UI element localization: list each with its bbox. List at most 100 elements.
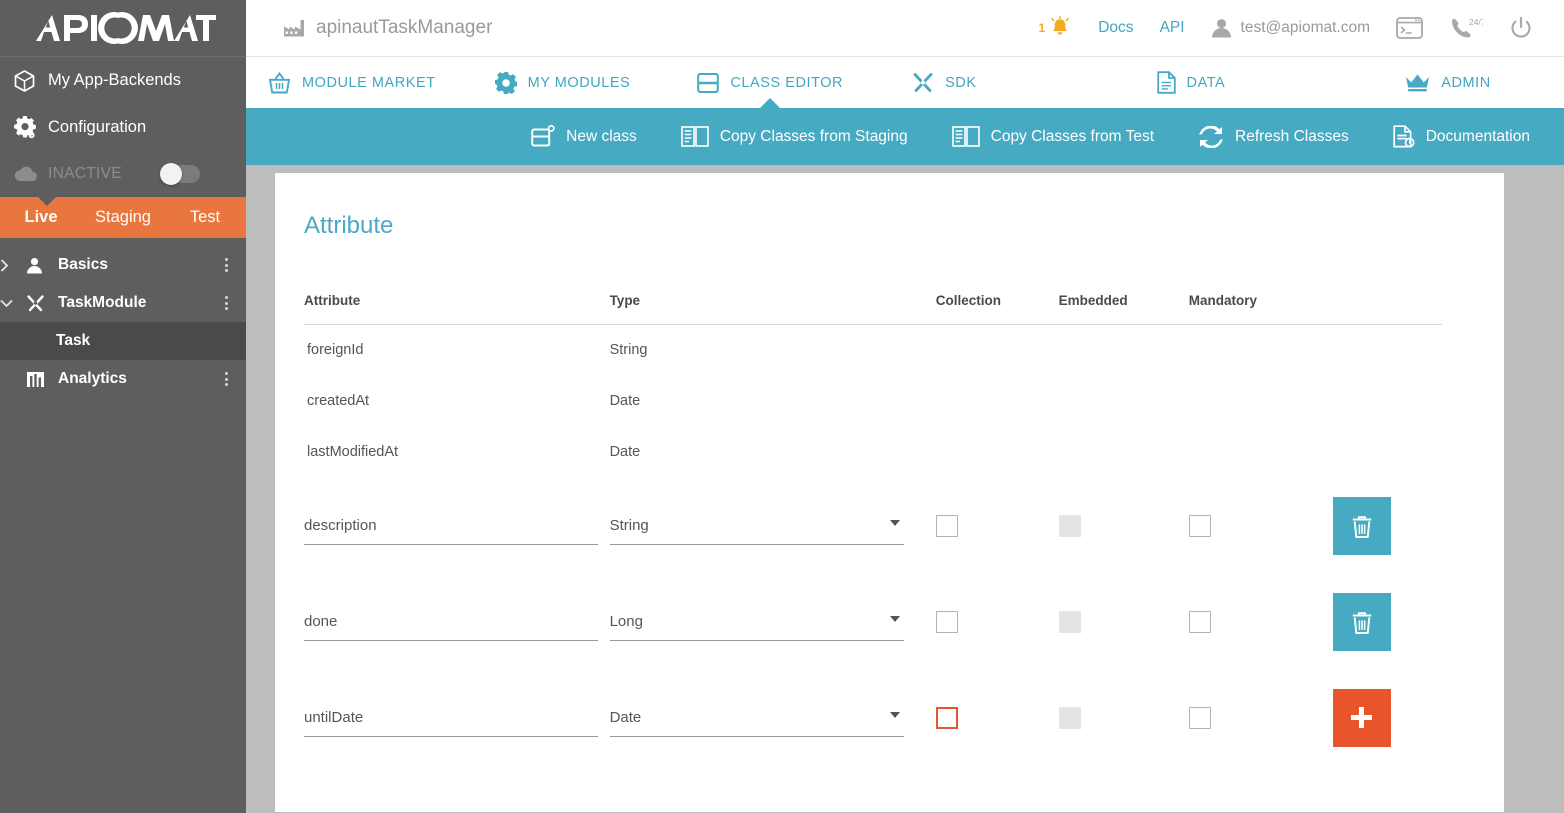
attribute-type-value: String: [610, 517, 649, 534]
nav-data[interactable]: DATA: [1157, 57, 1226, 108]
plus-icon: [1349, 705, 1374, 730]
collection-checkbox[interactable]: [936, 515, 958, 537]
project-indicator[interactable]: apinautTaskManager: [284, 17, 492, 39]
new-class-icon: [531, 125, 555, 148]
nav-sdk[interactable]: SDK: [912, 57, 976, 108]
phone-24-7-icon: 24/7: [1449, 17, 1483, 39]
env-tab-live[interactable]: Live: [0, 208, 82, 227]
mandatory-checkbox[interactable]: [1189, 611, 1211, 633]
refresh-classes-button[interactable]: Refresh Classes: [1176, 108, 1371, 165]
tree-item-menu-button[interactable]: [225, 258, 228, 272]
cell-type: Date: [610, 376, 936, 427]
add-attribute-button[interactable]: [1333, 689, 1391, 747]
sidebar-item-configuration[interactable]: Configuration: [0, 104, 246, 151]
nav-label: CLASS EDITOR: [730, 75, 843, 91]
tree-item-label: Basics: [56, 256, 108, 274]
attribute-name-input[interactable]: untilDate: [304, 699, 598, 737]
chevron-down-icon: [890, 616, 900, 622]
cell-attribute: foreignId: [304, 325, 610, 376]
cell-collection: [936, 478, 1059, 574]
mandatory-checkbox[interactable]: [1189, 707, 1211, 729]
table-row: lastModifiedAt Date: [304, 427, 1442, 478]
attribute-type-select[interactable]: Date: [610, 699, 904, 737]
support-button[interactable]: 24/7: [1436, 0, 1496, 57]
backend-status: INACTIVE: [0, 151, 246, 197]
copy-classes-icon: [681, 126, 709, 148]
env-tab-test[interactable]: Test: [164, 208, 246, 227]
env-tab-staging[interactable]: Staging: [82, 208, 164, 227]
collection-checkbox[interactable]: [936, 707, 958, 729]
cell-mandatory: [1189, 325, 1333, 376]
new-class-button[interactable]: New class: [509, 108, 659, 165]
chart-icon: [26, 371, 56, 388]
table-row: done Long: [304, 574, 1442, 670]
tree-item-taskmodule[interactable]: TaskModule: [0, 284, 246, 322]
cell-action: [1333, 376, 1442, 427]
person-icon: [1211, 18, 1232, 38]
mandatory-checkbox[interactable]: [1189, 515, 1211, 537]
environment-switcher: Live Staging Test: [0, 197, 246, 238]
logout-button[interactable]: [1496, 0, 1546, 57]
toolbar-label: Documentation: [1426, 128, 1530, 146]
attribute-type-select[interactable]: Long: [610, 603, 904, 641]
attribute-name-value: untilDate: [304, 709, 363, 726]
chevron-right-icon[interactable]: [0, 259, 26, 272]
collection-checkbox[interactable]: [936, 611, 958, 633]
tree-item-analytics[interactable]: Analytics: [0, 360, 246, 398]
column-header-type: Type: [610, 293, 936, 325]
embedded-checkbox: [1059, 707, 1081, 729]
nav-class-editor[interactable]: CLASS EDITOR: [697, 57, 843, 108]
tree-item-menu-button[interactable]: [225, 296, 228, 310]
tree-item-basics[interactable]: Basics: [0, 246, 246, 284]
chevron-down-icon[interactable]: [0, 299, 26, 308]
sidebar-item-my-app-backends[interactable]: My App-Backends: [0, 57, 246, 104]
tree-item-menu-button[interactable]: [225, 372, 228, 386]
docs-link[interactable]: Docs: [1085, 0, 1146, 57]
cell-type: Date: [610, 670, 936, 766]
nav-admin[interactable]: ADMIN: [1405, 57, 1490, 108]
cell-attribute: done: [304, 574, 610, 670]
cube-icon: [14, 70, 48, 92]
nav-module-market[interactable]: MODULE MARKET: [268, 57, 436, 108]
cell-action: [1333, 325, 1442, 376]
user-menu[interactable]: test@apiomat.com: [1198, 0, 1383, 57]
copy-classes-from-test-button[interactable]: Copy Classes from Test: [930, 108, 1176, 165]
toolbar-label: New class: [566, 128, 637, 146]
trash-icon: [1350, 513, 1374, 539]
cell-action: [1333, 670, 1442, 766]
tree-item-task[interactable]: Task: [0, 322, 246, 360]
table-row: foreignId String: [304, 325, 1442, 376]
tree-item-label: TaskModule: [56, 294, 146, 312]
table-row: untilDate Date: [304, 670, 1442, 766]
backend-status-toggle[interactable]: [160, 165, 200, 183]
documentation-button[interactable]: Documentation: [1371, 108, 1552, 165]
delete-attribute-button[interactable]: [1333, 497, 1391, 555]
console-button[interactable]: [1383, 0, 1436, 57]
tree-item-label: Analytics: [56, 370, 127, 388]
notifications-button[interactable]: 1: [1026, 0, 1086, 57]
tree-item-label: Task: [0, 332, 90, 350]
attribute-name-input[interactable]: done: [304, 603, 598, 641]
chevron-down-icon: [890, 520, 900, 526]
module-tree: Basics TaskModule Task: [0, 238, 246, 398]
svg-text:24/7: 24/7: [1469, 17, 1483, 27]
gear-icon: [14, 116, 48, 139]
scrollbar-track[interactable]: [1533, 165, 1564, 813]
attribute-name-input[interactable]: description: [304, 507, 598, 545]
delete-attribute-button[interactable]: [1333, 593, 1391, 651]
terminal-icon: [1396, 17, 1423, 39]
api-link[interactable]: API: [1147, 0, 1198, 57]
cell-collection: [936, 670, 1059, 766]
cell-mandatory: [1189, 574, 1333, 670]
cell-action: [1333, 574, 1442, 670]
cell-mandatory: [1189, 376, 1333, 427]
attribute-type-select[interactable]: String: [610, 507, 904, 545]
sidebar-item-label: Configuration: [48, 118, 146, 137]
nav-my-modules[interactable]: MY MODULES: [495, 57, 631, 108]
cell-embedded: [1059, 574, 1189, 670]
crown-icon: [1405, 73, 1430, 92]
cell-type: Long: [610, 574, 936, 670]
apiomat-logo[interactable]: [0, 0, 246, 57]
topbar-actions: 1 Docs API: [1026, 0, 1564, 57]
copy-classes-from-staging-button[interactable]: Copy Classes from Staging: [659, 108, 930, 165]
